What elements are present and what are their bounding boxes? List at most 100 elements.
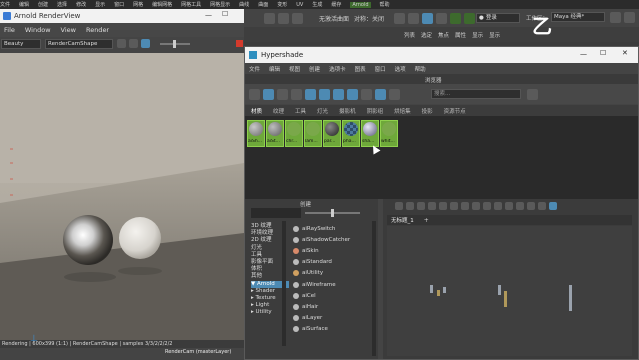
menu-surfaces[interactable]: 曲面 (258, 1, 268, 8)
display-settings-icon[interactable] (141, 39, 150, 48)
camera-dropdown[interactable]: RenderCamShape (45, 39, 113, 49)
create-category-scrollbar[interactable] (282, 221, 286, 346)
hs-menu-edit[interactable]: 编辑 (269, 65, 280, 73)
hs-minimize-icon[interactable]: — (580, 50, 587, 58)
filter-icon[interactable] (375, 88, 386, 100)
menu-uv[interactable]: UV (296, 2, 303, 8)
menu-file[interactable]: 文件 (0, 1, 10, 8)
tab-cameras[interactable]: 摄影机 (339, 107, 356, 115)
hs-menu-options[interactable]: 选项 (395, 65, 406, 73)
swatch-particlecloud[interactable]: par... (323, 120, 341, 147)
hs-maximize-icon[interactable]: ☐ (600, 49, 606, 57)
swatch-phong[interactable]: pha... (342, 120, 360, 147)
graph-grid-icon[interactable] (516, 202, 524, 210)
render-frame-icon[interactable] (394, 13, 405, 24)
create-slider-handle[interactable] (331, 209, 334, 217)
graph-filter-icon[interactable] (538, 202, 546, 210)
tab-shading-groups[interactable]: 阴影组 (367, 107, 384, 115)
sort-type-icon[interactable] (333, 88, 344, 100)
tab-lights[interactable]: 灯光 (317, 107, 328, 115)
record-icon[interactable] (236, 40, 243, 47)
hs-close-icon[interactable]: ✕ (622, 49, 628, 57)
layout-icon-b[interactable] (624, 12, 635, 23)
graph-output-icon[interactable] (417, 202, 425, 210)
icon-size-icon[interactable] (305, 88, 316, 100)
swatch-aishadowmatte[interactable]: aiSh... (247, 120, 265, 147)
symmetry-status[interactable]: 对称：关闭 (354, 14, 384, 23)
hs-menu-graph[interactable]: 图表 (355, 65, 366, 73)
menu-create[interactable]: 创建 (38, 1, 48, 8)
swatch-lambert[interactable]: lam... (304, 120, 322, 147)
crop-region-icon[interactable] (129, 39, 138, 48)
graph-view-icon-3[interactable] (483, 202, 491, 210)
swatch-white[interactable]: whit... (380, 120, 398, 147)
rv-menu-render[interactable]: Render (86, 26, 109, 34)
exposure-slider-handle[interactable] (173, 40, 176, 48)
renderview-titlebar[interactable]: Arnold RenderView — ☐ (0, 9, 244, 23)
graph-remove-icon[interactable] (439, 202, 447, 210)
menu-cache[interactable]: 缓存 (331, 1, 341, 8)
menu-curves[interactable]: 曲线 (239, 1, 249, 8)
aov-dropdown[interactable]: Beauty (1, 39, 41, 49)
menu-arnold[interactable]: Arnold (350, 1, 371, 8)
node-aiutility[interactable]: aiUtility (291, 268, 371, 279)
node-aicel[interactable]: aiCel (291, 290, 371, 301)
hs-menu-create[interactable]: 创建 (309, 65, 320, 73)
menu-deform[interactable]: 变形 (277, 1, 287, 8)
hypershade-titlebar[interactable]: Hypershade — ☐ ✕ (245, 47, 638, 63)
menu-modify[interactable]: 修改 (76, 1, 86, 8)
ipr-render-icon[interactable] (408, 13, 419, 24)
shelf-display[interactable]: 显示 (472, 31, 483, 39)
rv-menu-file[interactable]: File (4, 26, 15, 34)
workspace-dropdown[interactable]: Maya 经典* (551, 12, 605, 22)
shelf-show[interactable]: 显示 (489, 31, 500, 39)
sort-name-icon[interactable] (319, 88, 330, 100)
graph-view-icon-1[interactable] (461, 202, 469, 210)
menu-window[interactable]: 窗口 (114, 1, 124, 8)
graph-node[interactable] (443, 287, 446, 293)
node-aistandard[interactable]: aiStandard (291, 257, 371, 268)
arnold-render-icon[interactable] (450, 13, 461, 24)
tab-textures[interactable]: 纹理 (273, 107, 284, 115)
render-view-icon[interactable] (464, 13, 475, 24)
shelf-selected[interactable]: 选定 (421, 31, 432, 39)
swatch-aistandard[interactable]: aiSt... (266, 120, 284, 147)
menu-mesh-display[interactable]: 网格显示 (210, 1, 230, 8)
node-aishadowcatcher[interactable]: aiShadowCatcher (291, 234, 371, 245)
shelf-list[interactable]: 列表 (404, 31, 415, 39)
graph-snap-icon[interactable] (527, 202, 535, 210)
snap-curve-icon[interactable] (278, 13, 289, 24)
menu-edit[interactable]: 编辑 (19, 1, 29, 8)
layout-icon-a[interactable] (610, 12, 621, 23)
graph-input-icon[interactable] (406, 202, 414, 210)
hs-menu-view[interactable]: 视图 (289, 65, 300, 73)
hs-menu-help[interactable]: 帮助 (415, 65, 426, 73)
graph-clear-icon[interactable] (428, 202, 436, 210)
shelf-attributes[interactable]: 属性 (455, 31, 466, 39)
rv-menu-view[interactable]: View (61, 26, 76, 34)
graph-node[interactable] (569, 285, 572, 311)
menu-mesh-tools[interactable]: 网格工具 (181, 1, 201, 8)
tab-asset-nodes[interactable]: 资源节点 (444, 107, 466, 115)
swatch-view-icon[interactable] (277, 88, 288, 100)
graph-view-icon-2[interactable] (472, 202, 480, 210)
menu-help[interactable]: 帮助 (380, 1, 390, 8)
reverse-icon[interactable] (361, 88, 372, 100)
rv-menu-window[interactable]: Window (25, 26, 51, 34)
hs-menu-tabs[interactable]: 选项卡 (329, 65, 346, 73)
list-view-icon[interactable] (291, 88, 302, 100)
node-aiwireframe[interactable]: aiWireframe (291, 279, 371, 290)
search-options-icon[interactable] (527, 89, 538, 100)
render-play-icon[interactable] (117, 39, 126, 48)
render-image[interactable] (0, 53, 244, 340)
login-dropdown[interactable]: ● 登录 (476, 13, 520, 23)
browser-search-input[interactable]: 搜索... (431, 89, 521, 99)
node-ailayer[interactable]: aiLayer (291, 313, 371, 324)
swatch-chrome[interactable]: chr... (285, 120, 303, 147)
graph-tab-untitled[interactable]: 无标题_1 (391, 216, 414, 224)
tab-bake-sets[interactable]: 烘焙集 (394, 107, 411, 115)
graph-settings-icon[interactable] (549, 202, 557, 210)
menu-select[interactable]: 选择 (57, 1, 67, 8)
graph-view-icon-4[interactable] (494, 202, 502, 210)
maximize-icon[interactable]: ☐ (222, 10, 228, 18)
